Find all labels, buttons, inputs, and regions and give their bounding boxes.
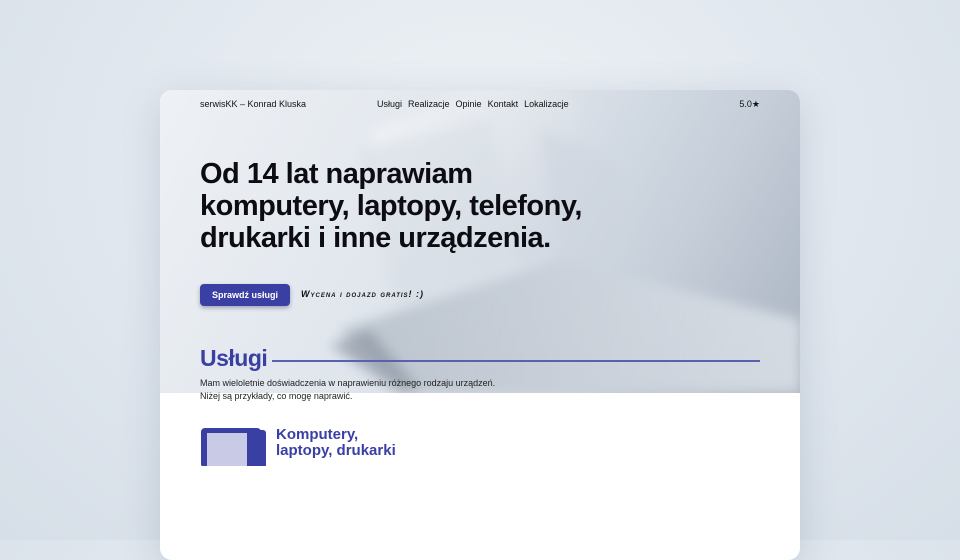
services-intro: Mam wieloletnie doświadczenia w naprawie… (200, 377, 495, 403)
rating-badge[interactable]: 5.0★ (739, 99, 760, 110)
nav-item-kontakt[interactable]: Kontakt (488, 99, 519, 109)
page-card: serwisKK – Konrad Kluska Usługi Realizac… (160, 90, 800, 560)
site-brand[interactable]: serwisKK – Konrad Kluska (200, 99, 306, 109)
services-heading: Usługi (200, 345, 268, 371)
nav-menu: Usługi Realizacje Opinie Kontakt Lokaliz… (377, 99, 569, 109)
intro-line-1: Mam wieloletnie doświadczenia w naprawie… (200, 378, 496, 388)
service-item-title: Komputery, laptopy, drukarki (276, 426, 396, 459)
free-quote-note: Wycena i dojazd gratis! :) (301, 289, 425, 299)
check-services-button[interactable]: Sprawdź usługi (200, 284, 291, 306)
heading-divider (272, 360, 760, 362)
hero-title: Od 14 lat naprawiam komputery, laptopy, … (200, 158, 582, 254)
top-nav: serwisKK – Konrad Kluska Usługi Realizac… (200, 99, 760, 113)
nav-item-realizacje[interactable]: Realizacje (408, 99, 450, 109)
nav-item-lokalizacje[interactable]: Lokalizacje (524, 99, 569, 109)
nav-item-opinie[interactable]: Opinie (456, 99, 482, 109)
nav-item-uslugi[interactable]: Usługi (377, 99, 402, 109)
computer-printer-icon (201, 428, 266, 466)
intro-line-2: Niżej są przykłady, co mogę naprawić. (200, 391, 353, 401)
